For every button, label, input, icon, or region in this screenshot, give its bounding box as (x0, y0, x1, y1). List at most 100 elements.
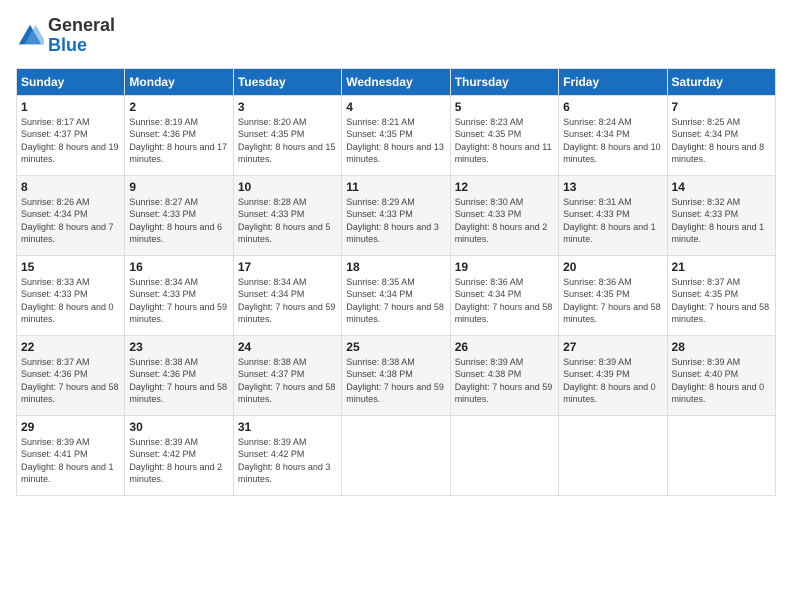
day-number: 16 (129, 260, 228, 274)
calendar-cell: 22 Sunrise: 8:37 AM Sunset: 4:36 PM Dayl… (17, 335, 125, 415)
day-info: Sunrise: 8:26 AM Sunset: 4:34 PM Dayligh… (21, 196, 120, 246)
day-number: 3 (238, 100, 337, 114)
calendar-cell: 31 Sunrise: 8:39 AM Sunset: 4:42 PM Dayl… (233, 415, 341, 495)
day-number: 23 (129, 340, 228, 354)
calendar-week-3: 15 Sunrise: 8:33 AM Sunset: 4:33 PM Dayl… (17, 255, 776, 335)
day-number: 7 (672, 100, 771, 114)
day-info: Sunrise: 8:25 AM Sunset: 4:34 PM Dayligh… (672, 116, 771, 166)
day-number: 22 (21, 340, 120, 354)
calendar-cell: 1 Sunrise: 8:17 AM Sunset: 4:37 PM Dayli… (17, 95, 125, 175)
day-number: 17 (238, 260, 337, 274)
day-number: 1 (21, 100, 120, 114)
day-number: 31 (238, 420, 337, 434)
day-number: 12 (455, 180, 554, 194)
day-info: Sunrise: 8:35 AM Sunset: 4:34 PM Dayligh… (346, 276, 445, 326)
logo-blue: Blue (48, 35, 87, 55)
day-info: Sunrise: 8:21 AM Sunset: 4:35 PM Dayligh… (346, 116, 445, 166)
day-number: 19 (455, 260, 554, 274)
calendar-cell: 4 Sunrise: 8:21 AM Sunset: 4:35 PM Dayli… (342, 95, 450, 175)
calendar-cell: 10 Sunrise: 8:28 AM Sunset: 4:33 PM Dayl… (233, 175, 341, 255)
page-header: General Blue (16, 16, 776, 56)
day-info: Sunrise: 8:39 AM Sunset: 4:39 PM Dayligh… (563, 356, 662, 406)
calendar-week-2: 8 Sunrise: 8:26 AM Sunset: 4:34 PM Dayli… (17, 175, 776, 255)
day-number: 4 (346, 100, 445, 114)
logo-general: General (48, 16, 115, 36)
calendar-cell: 3 Sunrise: 8:20 AM Sunset: 4:35 PM Dayli… (233, 95, 341, 175)
day-number: 13 (563, 180, 662, 194)
day-number: 2 (129, 100, 228, 114)
day-info: Sunrise: 8:39 AM Sunset: 4:41 PM Dayligh… (21, 436, 120, 486)
day-info: Sunrise: 8:38 AM Sunset: 4:37 PM Dayligh… (238, 356, 337, 406)
calendar-header-wednesday: Wednesday (342, 68, 450, 95)
calendar-cell: 12 Sunrise: 8:30 AM Sunset: 4:33 PM Dayl… (450, 175, 558, 255)
calendar-header-thursday: Thursday (450, 68, 558, 95)
day-number: 25 (346, 340, 445, 354)
day-number: 9 (129, 180, 228, 194)
calendar-cell: 18 Sunrise: 8:35 AM Sunset: 4:34 PM Dayl… (342, 255, 450, 335)
day-info: Sunrise: 8:20 AM Sunset: 4:35 PM Dayligh… (238, 116, 337, 166)
calendar-cell: 27 Sunrise: 8:39 AM Sunset: 4:39 PM Dayl… (559, 335, 667, 415)
calendar-cell: 5 Sunrise: 8:23 AM Sunset: 4:35 PM Dayli… (450, 95, 558, 175)
calendar-cell (667, 415, 775, 495)
day-number: 26 (455, 340, 554, 354)
day-info: Sunrise: 8:24 AM Sunset: 4:34 PM Dayligh… (563, 116, 662, 166)
day-number: 18 (346, 260, 445, 274)
calendar-cell: 26 Sunrise: 8:39 AM Sunset: 4:38 PM Dayl… (450, 335, 558, 415)
calendar-cell (342, 415, 450, 495)
day-info: Sunrise: 8:39 AM Sunset: 4:42 PM Dayligh… (129, 436, 228, 486)
calendar-cell: 8 Sunrise: 8:26 AM Sunset: 4:34 PM Dayli… (17, 175, 125, 255)
day-number: 30 (129, 420, 228, 434)
day-number: 5 (455, 100, 554, 114)
calendar-cell: 15 Sunrise: 8:33 AM Sunset: 4:33 PM Dayl… (17, 255, 125, 335)
calendar-cell: 30 Sunrise: 8:39 AM Sunset: 4:42 PM Dayl… (125, 415, 233, 495)
day-info: Sunrise: 8:37 AM Sunset: 4:35 PM Dayligh… (672, 276, 771, 326)
calendar-cell: 17 Sunrise: 8:34 AM Sunset: 4:34 PM Dayl… (233, 255, 341, 335)
day-info: Sunrise: 8:23 AM Sunset: 4:35 PM Dayligh… (455, 116, 554, 166)
calendar-header-monday: Monday (125, 68, 233, 95)
calendar-cell: 28 Sunrise: 8:39 AM Sunset: 4:40 PM Dayl… (667, 335, 775, 415)
day-number: 28 (672, 340, 771, 354)
calendar-header-sunday: Sunday (17, 68, 125, 95)
calendar-header-row: SundayMondayTuesdayWednesdayThursdayFrid… (17, 68, 776, 95)
calendar-cell: 29 Sunrise: 8:39 AM Sunset: 4:41 PM Dayl… (17, 415, 125, 495)
day-info: Sunrise: 8:27 AM Sunset: 4:33 PM Dayligh… (129, 196, 228, 246)
day-info: Sunrise: 8:36 AM Sunset: 4:35 PM Dayligh… (563, 276, 662, 326)
calendar-cell (450, 415, 558, 495)
day-info: Sunrise: 8:34 AM Sunset: 4:34 PM Dayligh… (238, 276, 337, 326)
day-info: Sunrise: 8:32 AM Sunset: 4:33 PM Dayligh… (672, 196, 771, 246)
day-info: Sunrise: 8:39 AM Sunset: 4:38 PM Dayligh… (455, 356, 554, 406)
calendar-cell (559, 415, 667, 495)
day-info: Sunrise: 8:34 AM Sunset: 4:33 PM Dayligh… (129, 276, 228, 326)
calendar-cell: 20 Sunrise: 8:36 AM Sunset: 4:35 PM Dayl… (559, 255, 667, 335)
calendar-cell: 21 Sunrise: 8:37 AM Sunset: 4:35 PM Dayl… (667, 255, 775, 335)
calendar-cell: 9 Sunrise: 8:27 AM Sunset: 4:33 PM Dayli… (125, 175, 233, 255)
calendar-cell: 11 Sunrise: 8:29 AM Sunset: 4:33 PM Dayl… (342, 175, 450, 255)
calendar-header-tuesday: Tuesday (233, 68, 341, 95)
day-info: Sunrise: 8:36 AM Sunset: 4:34 PM Dayligh… (455, 276, 554, 326)
calendar-week-1: 1 Sunrise: 8:17 AM Sunset: 4:37 PM Dayli… (17, 95, 776, 175)
calendar-cell: 14 Sunrise: 8:32 AM Sunset: 4:33 PM Dayl… (667, 175, 775, 255)
day-info: Sunrise: 8:28 AM Sunset: 4:33 PM Dayligh… (238, 196, 337, 246)
calendar-cell: 24 Sunrise: 8:38 AM Sunset: 4:37 PM Dayl… (233, 335, 341, 415)
day-number: 20 (563, 260, 662, 274)
day-info: Sunrise: 8:37 AM Sunset: 4:36 PM Dayligh… (21, 356, 120, 406)
day-number: 10 (238, 180, 337, 194)
day-info: Sunrise: 8:38 AM Sunset: 4:38 PM Dayligh… (346, 356, 445, 406)
day-info: Sunrise: 8:39 AM Sunset: 4:42 PM Dayligh… (238, 436, 337, 486)
day-info: Sunrise: 8:19 AM Sunset: 4:36 PM Dayligh… (129, 116, 228, 166)
day-number: 27 (563, 340, 662, 354)
calendar-header-friday: Friday (559, 68, 667, 95)
calendar-cell: 19 Sunrise: 8:36 AM Sunset: 4:34 PM Dayl… (450, 255, 558, 335)
calendar-cell: 23 Sunrise: 8:38 AM Sunset: 4:36 PM Dayl… (125, 335, 233, 415)
day-info: Sunrise: 8:33 AM Sunset: 4:33 PM Dayligh… (21, 276, 120, 326)
calendar-cell: 25 Sunrise: 8:38 AM Sunset: 4:38 PM Dayl… (342, 335, 450, 415)
calendar-cell: 13 Sunrise: 8:31 AM Sunset: 4:33 PM Dayl… (559, 175, 667, 255)
day-info: Sunrise: 8:39 AM Sunset: 4:40 PM Dayligh… (672, 356, 771, 406)
day-info: Sunrise: 8:30 AM Sunset: 4:33 PM Dayligh… (455, 196, 554, 246)
day-number: 24 (238, 340, 337, 354)
calendar-week-4: 22 Sunrise: 8:37 AM Sunset: 4:36 PM Dayl… (17, 335, 776, 415)
day-number: 14 (672, 180, 771, 194)
calendar-cell: 7 Sunrise: 8:25 AM Sunset: 4:34 PM Dayli… (667, 95, 775, 175)
calendar-week-5: 29 Sunrise: 8:39 AM Sunset: 4:41 PM Dayl… (17, 415, 776, 495)
calendar-cell: 16 Sunrise: 8:34 AM Sunset: 4:33 PM Dayl… (125, 255, 233, 335)
